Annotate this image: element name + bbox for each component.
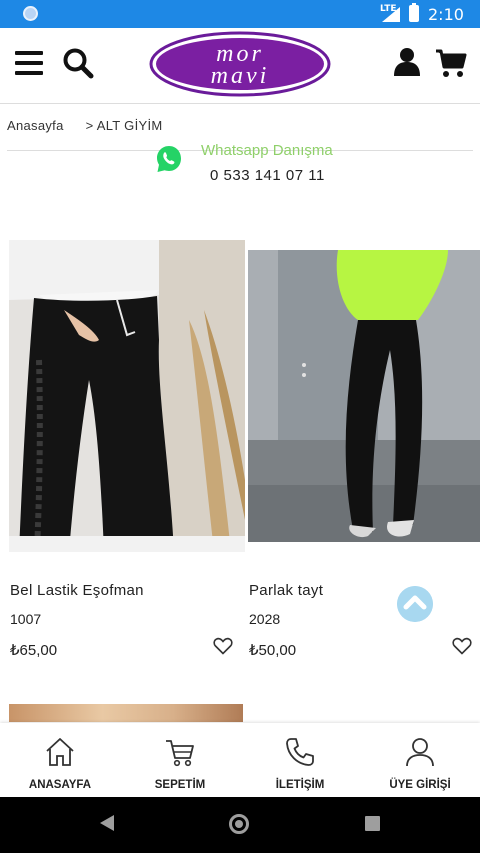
home-icon xyxy=(46,738,74,766)
product-price: ₺50,00 xyxy=(249,642,297,659)
battery-icon xyxy=(409,3,419,22)
nav-cart[interactable]: SEPETİM xyxy=(120,723,240,797)
nav-contact[interactable]: İLETİŞİM xyxy=(240,723,360,797)
whatsapp-contact[interactable]: Whatsapp Danışma 0 533 141 07 11 xyxy=(155,142,335,190)
back-icon[interactable] xyxy=(100,815,114,831)
cart-icon xyxy=(166,740,194,767)
site-logo[interactable]: mor mavi xyxy=(148,30,332,98)
product-card[interactable]: Parlak tayt 2028 ₺50,00 xyxy=(248,240,480,670)
product-name[interactable]: Bel Lastik Eşofman xyxy=(10,582,144,599)
breadcrumb-current: ALT GİYİM xyxy=(96,118,163,133)
product-card[interactable]: Bel Lastik Eşofman 1007 ₺65,00 xyxy=(9,240,245,670)
clock: 2:10 xyxy=(428,5,464,24)
whatsapp-phone: 0 533 141 07 11 xyxy=(210,167,325,184)
menu-icon[interactable] xyxy=(15,51,43,75)
product-code: 2028 xyxy=(249,611,281,627)
nav-home[interactable]: ANASAYFA xyxy=(0,723,120,797)
logo-text-line2: mavi xyxy=(211,63,270,89)
nav-cart-label: SEPETİM xyxy=(154,779,206,791)
notification-dot-icon xyxy=(23,6,38,21)
breadcrumb: Anasayfa > ALT GİYİM xyxy=(7,118,163,133)
favorite-heart-icon[interactable] xyxy=(452,637,472,655)
account-icon[interactable] xyxy=(393,47,421,77)
user-icon xyxy=(406,738,434,767)
product-image[interactable] xyxy=(248,240,480,552)
cart-icon[interactable] xyxy=(435,48,467,78)
product-name[interactable]: Parlak tayt xyxy=(249,582,323,599)
home-button-icon[interactable] xyxy=(229,814,249,834)
system-navigation-bar xyxy=(0,797,480,853)
nav-home-label: ANASAYFA xyxy=(28,779,92,791)
breadcrumb-separator: > xyxy=(85,118,94,133)
nav-login-label: ÜYE GİRİŞİ xyxy=(389,779,451,791)
network-type: LTE xyxy=(380,4,397,14)
recent-apps-icon[interactable] xyxy=(365,816,380,831)
scroll-to-top-button[interactable] xyxy=(397,586,433,622)
bottom-navigation: ANASAYFA SEPETİM İLETİŞİM ÜYE GİRİŞİ xyxy=(0,723,480,797)
whatsapp-icon xyxy=(157,146,181,172)
breadcrumb-home-link[interactable]: Anasayfa xyxy=(7,118,64,133)
product-image[interactable] xyxy=(9,240,245,552)
phone-icon xyxy=(286,738,314,766)
product-code: 1007 xyxy=(10,611,42,627)
whatsapp-title: Whatsapp Danışma xyxy=(201,142,333,159)
site-header: mor mavi xyxy=(0,28,480,104)
favorite-heart-icon[interactable] xyxy=(213,637,233,655)
product-image[interactable] xyxy=(9,704,243,722)
status-bar: LTE 2:10 xyxy=(0,0,480,28)
search-icon[interactable] xyxy=(62,47,94,79)
product-price: ₺65,00 xyxy=(10,642,58,659)
nav-login[interactable]: ÜYE GİRİŞİ xyxy=(360,723,480,797)
nav-contact-label: İLETİŞİM xyxy=(275,779,325,791)
